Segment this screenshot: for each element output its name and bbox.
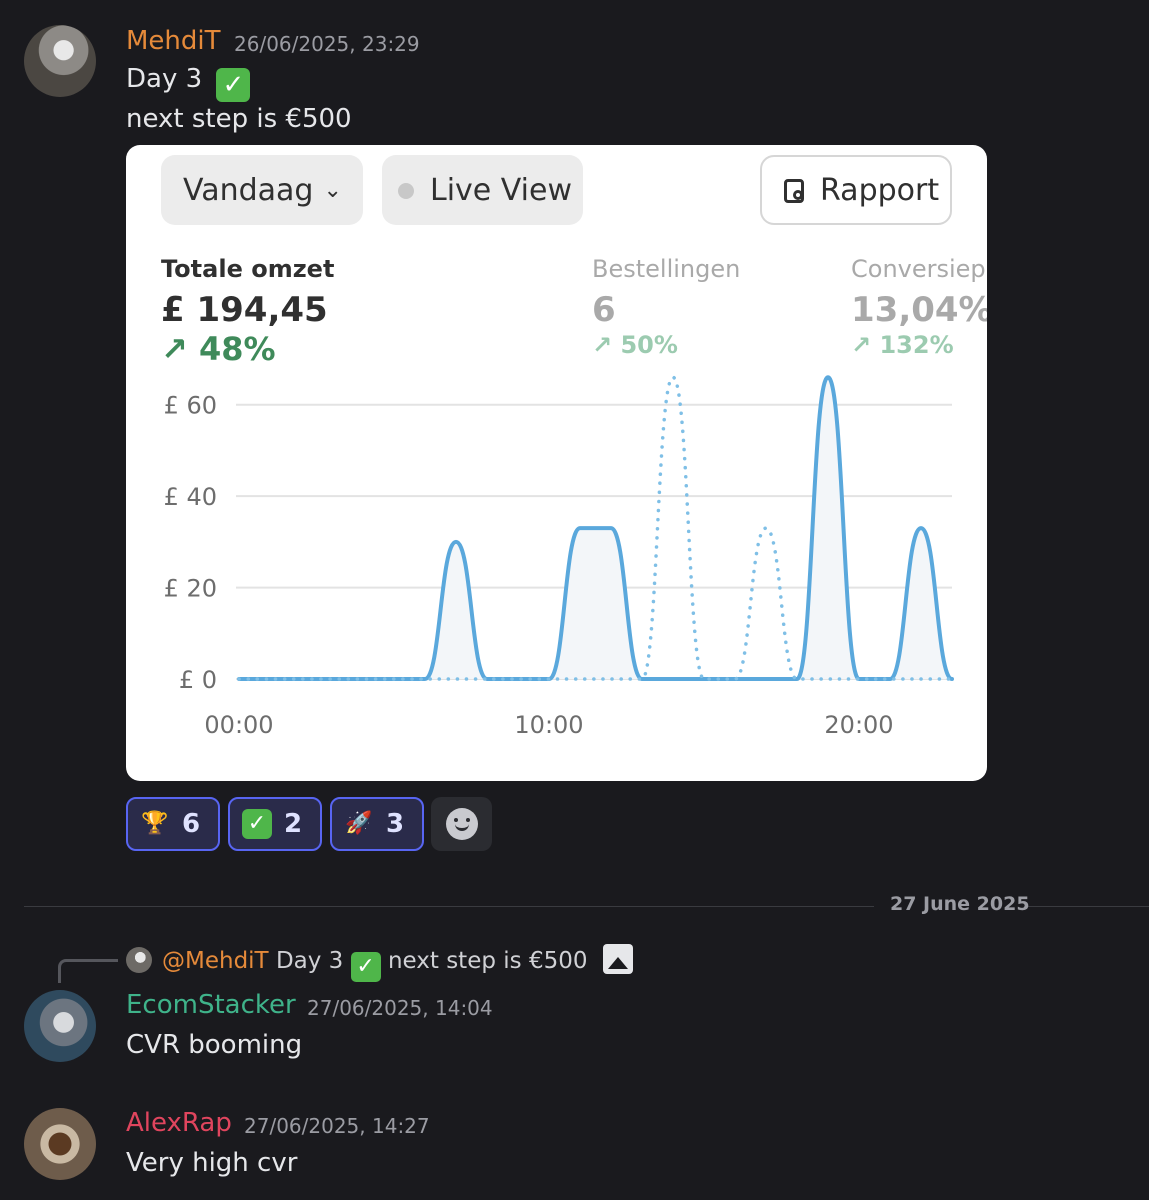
x-tick-label: 10:00 (514, 711, 583, 739)
rocket-icon: 🚀 (345, 811, 373, 836)
y-tick-label: £ 20 (164, 575, 217, 603)
message-line: Day 3 (126, 64, 203, 94)
reply-avatar[interactable] (126, 947, 152, 973)
avatar-ecomstacker[interactable] (24, 990, 96, 1062)
reply-mention: @MehdiT (162, 948, 269, 974)
reaction-check[interactable]: ✓ 2 (228, 797, 322, 851)
divider (1024, 906, 1149, 907)
smiley-icon (445, 808, 478, 840)
reaction-rocket[interactable]: 🚀 3 (330, 797, 424, 851)
check-emoji-icon: ✓ (242, 809, 272, 839)
reply-text: next step is €500 (387, 948, 588, 974)
reaction-count: 2 (284, 809, 303, 839)
username-alexrap[interactable]: AlexRap (126, 1108, 232, 1138)
timestamp: 27/06/2025, 14:04 (307, 996, 493, 1020)
timestamp: 26/06/2025, 23:29 (234, 32, 420, 56)
trophy-icon: 🏆 (141, 811, 169, 836)
message-text: CVR booming (126, 1030, 303, 1060)
date-separator: 27 June 2025 (890, 893, 1030, 915)
check-emoji-icon: ✓ (216, 68, 251, 102)
reaction-trophy[interactable]: 🏆 6 (126, 797, 220, 851)
sales-chart: £ 60 £ 40 £ 20 £ 0 00:00 10:00 20:00 (164, 375, 954, 739)
timestamp: 27/06/2025, 14:27 (244, 1114, 430, 1138)
x-tick-label: 00:00 (204, 711, 273, 739)
image-attachment[interactable]: Vandaag ⌄ Live View Rapport Totale omzet… (126, 145, 987, 781)
reaction-count: 3 (386, 809, 405, 839)
check-emoji-icon: ✓ (350, 952, 381, 982)
message-line: next step is €500 (126, 104, 352, 134)
username-ecomstacker[interactable]: EcomStacker (126, 990, 296, 1020)
message-text: Very high cvr (126, 1148, 298, 1178)
divider (24, 906, 874, 907)
reply-preview[interactable]: @MehdiT Day 3 ✓ next step is €500 (162, 944, 633, 982)
add-reaction-button[interactable] (431, 797, 492, 851)
message-text: Day 3 ✓ (126, 64, 251, 102)
y-tick-label: £ 0 (179, 666, 217, 694)
y-tick-label: £ 60 (164, 392, 217, 420)
x-tick-label: 20:00 (824, 711, 893, 739)
image-icon (602, 944, 633, 974)
username-mehdit[interactable]: MehdiT (126, 26, 221, 56)
y-tick-label: £ 40 (164, 483, 217, 511)
avatar-mehdit[interactable] (24, 25, 96, 97)
reaction-count: 6 (182, 809, 201, 839)
avatar-alexrap[interactable] (24, 1108, 96, 1180)
reply-text: Day 3 (275, 948, 344, 974)
reply-connector (58, 959, 118, 983)
